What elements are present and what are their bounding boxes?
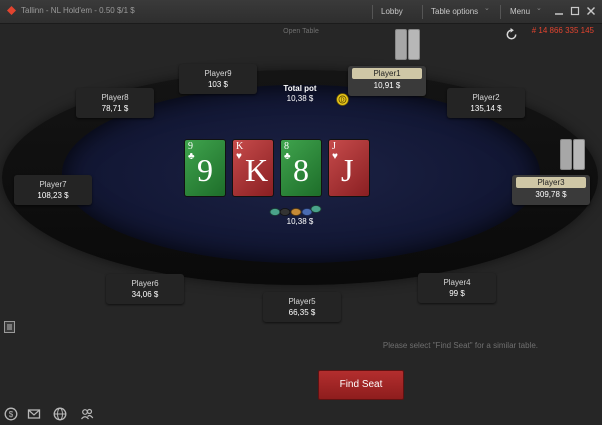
seat-player6[interactable]: Player6 34,06 $ [106,274,184,304]
board-card: J ♥ J [328,139,370,197]
seat-player1[interactable]: Player1 10,91 $ [348,66,426,96]
cashier-icon[interactable]: $ [4,407,18,421]
board-card: K ♥ K [232,139,274,197]
player-name: Player7 [39,180,67,189]
total-pot-label: Total pot [283,84,317,93]
player-stack: 103 $ [207,80,229,89]
menu-separator [422,5,423,19]
player-stack: 34,06 $ [131,290,159,299]
seat-player8[interactable]: Player8 78,71 $ [76,88,154,118]
globe-icon[interactable] [53,407,67,421]
table-options-button[interactable]: Table options [431,5,478,19]
total-pot-amount: 10,38 $ [286,94,314,103]
player-name: Player8 [101,93,129,102]
card-rank-large: 9 [197,152,213,188]
card-back-stack [560,139,586,170]
card-suit-small: ♥ [332,151,338,162]
player-stack: 99 $ [449,289,465,298]
lobby-button[interactable]: Lobby [381,5,403,19]
title-bar: Tallinn - NL Hold'em - 0.50 $/1 $ Lobby … [0,0,602,24]
svg-text:D: D [340,98,344,104]
player-stack: 309,78 $ [535,190,567,199]
menu-separator [500,5,501,19]
refresh-icon[interactable] [504,27,519,42]
player-name: Player5 [288,297,316,306]
chevron-down-icon: ⌄ [536,5,542,12]
seat-player5[interactable]: Player5 66,35 $ [263,292,341,322]
player-name: Player2 [472,93,500,102]
window-title: Tallinn - NL Hold'em - 0.50 $/1 $ [21,6,135,15]
mail-icon[interactable] [27,407,41,421]
card-rank-large: 8 [293,152,309,188]
minimize-icon[interactable] [553,5,565,17]
player-stack: 66,35 $ [288,308,316,317]
player-name: Player6 [131,279,159,288]
card-suit-small: ♣ [284,151,291,162]
player-stack: 78,71 $ [101,104,129,113]
player-name: Player4 [443,278,471,287]
dealer-button-icon: D [336,93,349,106]
player-stack: 10,91 $ [373,81,401,90]
card-suit-small: ♣ [188,151,195,162]
seat-player9[interactable]: Player9 103 $ [179,64,257,94]
card-rank-large: K [245,152,269,188]
seat-player3[interactable]: Player3 309,78 $ [512,175,590,205]
close-icon[interactable] [585,5,597,17]
find-seat-button[interactable]: Find Seat [318,370,404,400]
seat-player7[interactable]: Player7 108,23 $ [14,175,92,205]
players-icon[interactable] [80,407,94,421]
table-id: # 14 866 335 145 [531,26,594,35]
chip-stack-icon [269,205,322,216]
chips-amount: 10,38 $ [286,217,314,226]
menu-button[interactable]: Menu [510,5,530,19]
card-rank-large: J [341,152,354,188]
card-back-stack [395,29,421,60]
card-suit-small: ♥ [236,151,242,162]
player-name: Player9 [204,69,232,78]
menu-separator [372,5,373,19]
player-stack: 108,23 $ [37,191,69,200]
partypoker-logo-icon [7,6,16,15]
find-seat-hint: Please select "Find Seat" for a similar … [382,341,538,350]
player-name: Player1 [352,68,422,79]
seat-player2[interactable]: Player2 135,14 $ [447,88,525,118]
player-name: Player3 [516,177,586,188]
player-stack: 135,14 $ [470,104,502,113]
chevron-down-icon: ⌄ [484,5,490,12]
seat-player4[interactable]: Player4 99 $ [418,273,496,303]
svg-text:$: $ [9,410,14,419]
board-card: 8 ♣ 8 [280,139,322,197]
side-menu-icon[interactable] [4,321,15,333]
maximize-icon[interactable] [569,5,581,17]
board-card: 9 ♣ 9 [184,139,226,197]
